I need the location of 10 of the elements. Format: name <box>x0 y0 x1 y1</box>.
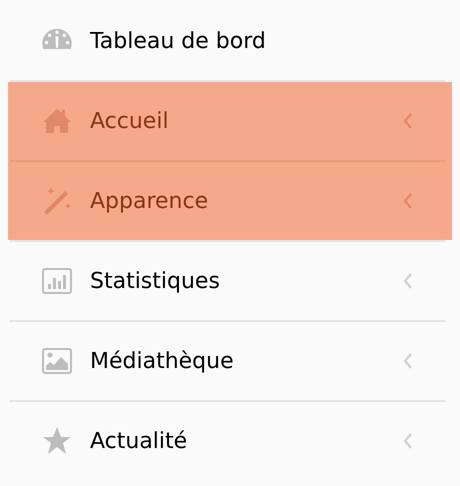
menu-item[interactable]: Médiathèque <box>8 322 452 400</box>
menu-item[interactable]: Tableau de bord <box>8 2 452 80</box>
gauge-icon <box>41 28 73 50</box>
menu-item[interactable]: Actualité <box>8 402 452 480</box>
bar-chart-icon <box>41 265 73 297</box>
menu-item[interactable]: Apparence <box>8 162 452 240</box>
star-icon <box>41 425 73 457</box>
menu-item[interactable]: Statistiques <box>8 242 452 320</box>
menu-item[interactable]: Accueil <box>8 82 452 160</box>
image-icon <box>41 345 73 377</box>
